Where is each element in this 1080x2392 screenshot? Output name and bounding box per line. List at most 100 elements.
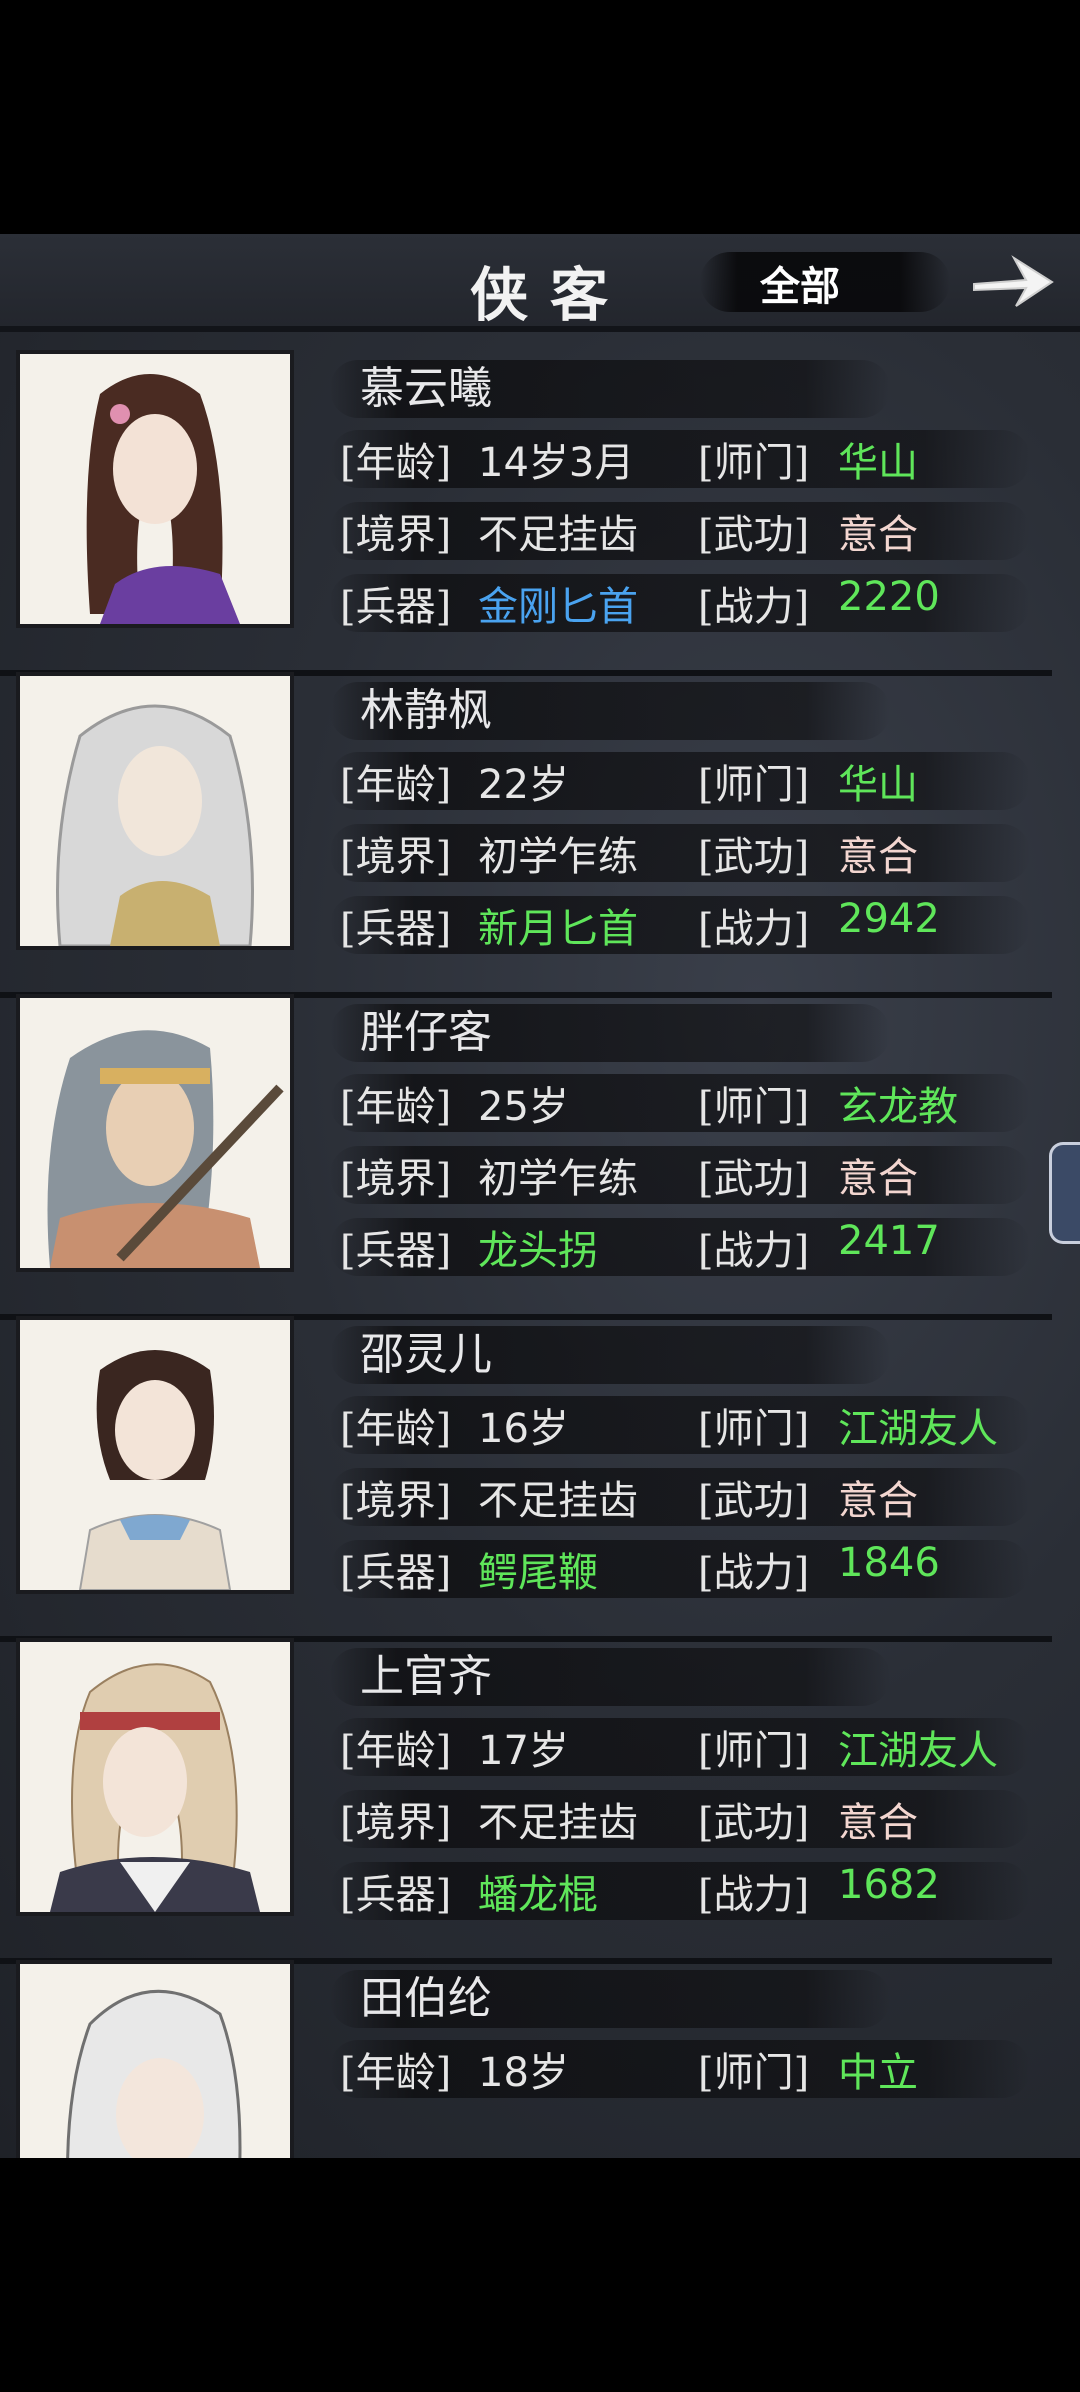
avatar [20,998,290,1268]
power-value: 2942 [838,896,940,942]
info-row: [兵器] 新月匕首 [战力] 2942 [340,896,1040,956]
martial-label: [武功] [698,834,810,880]
info-row: [年龄] 17岁 [师门] 江湖友人 [340,1718,1040,1778]
avatar [20,676,290,946]
realm-value: 不足挂齿 [478,1478,638,1524]
weapon-value: 蟠龙棍 [478,1872,598,1918]
power-value: 2220 [838,574,940,620]
school-label: [师门] [698,1406,810,1452]
school-value: 华山 [838,440,918,486]
info-row: [境界] 初学乍练 [武功] 意合 [340,1146,1040,1206]
martial-value: 意合 [838,1800,918,1846]
info-row: [兵器] 金刚匕首 [战力] 2220 [340,574,1040,634]
school-value: 玄龙教 [838,1084,958,1130]
list-item[interactable]: 邵灵儿 [年龄] 16岁 [师门] 江湖友人 [境界] 不足挂齿 [武功] 意合… [0,1320,1052,1642]
martial-label: [武功] [698,1800,810,1846]
arrow-right-icon [973,255,1054,307]
info-row: [年龄] 14岁3月 [师门] 华山 [340,430,1040,490]
info-row: [兵器] 龙头拐 [战力] 2417 [340,1218,1040,1278]
school-label: [师门] [698,1728,810,1774]
realm-value: 初学乍练 [478,1156,638,1202]
martial-value: 意合 [838,512,918,558]
realm-label: [境界] [340,1478,452,1524]
power-value: 1682 [838,1862,940,1908]
age-value: 25岁 [478,1084,569,1130]
weapon-label: [兵器] [340,584,452,630]
power-label: [战力] [698,1550,810,1596]
power-label: [战力] [698,1228,810,1274]
avatar [20,1320,290,1590]
realm-value: 初学乍练 [478,834,638,880]
realm-value: 不足挂齿 [478,1800,638,1846]
list-item[interactable]: 上官齐 [年龄] 17岁 [师门] 江湖友人 [境界] 不足挂齿 [武功] 意合… [0,1642,1052,1964]
power-label: [战力] [698,906,810,952]
age-label: [年龄] [340,1406,452,1452]
realm-label: [境界] [340,1156,452,1202]
filter-dropdown[interactable]: 全部 [760,254,840,312]
power-value: 2417 [838,1218,940,1264]
info-row: [境界] 初学乍练 [武功] 意合 [340,824,1040,884]
list-item[interactable]: 慕云曦 [年龄] 14岁3月 [师门] 华山 [境界] 不足挂齿 [武功] 意合… [0,354,1052,676]
power-label: [战力] [698,1872,810,1918]
character-name: 胖仔客 [360,1007,492,1058]
info-row: [境界] 不足挂齿 [武功] 意合 [340,502,1040,562]
age-label: [年龄] [340,440,452,486]
info-row: [年龄] 22岁 [师门] 华山 [340,752,1040,812]
age-label: [年龄] [340,1084,452,1130]
list-item[interactable]: 胖仔客 [年龄] 25岁 [师门] 玄龙教 [境界] 初学乍练 [武功] 意合 … [0,998,1052,1320]
info-row: [境界] 不足挂齿 [武功] 意合 [340,1468,1040,1528]
age-label: [年龄] [340,762,452,808]
header-bar: 侠客 全部 [0,234,1080,332]
weapon-label: [兵器] [340,906,452,952]
info-row: [境界] 不足挂齿 [武功] 意合 [340,1790,1040,1850]
character-name: 邵灵儿 [360,1329,492,1380]
realm-label: [境界] [340,834,452,880]
weapon-value: 新月匕首 [478,906,638,952]
martial-value: 意合 [838,834,918,880]
school-value: 华山 [838,762,918,808]
martial-value: 意合 [838,1156,918,1202]
character-list[interactable]: 慕云曦 [年龄] 14岁3月 [师门] 华山 [境界] 不足挂齿 [武功] 意合… [0,354,1080,2158]
weapon-value: 金刚匕首 [478,584,638,630]
page-title: 侠客 [470,261,631,329]
realm-label: [境界] [340,1800,452,1846]
power-label: [战力] [698,584,810,630]
info-row: [兵器] 鳄尾鞭 [战力] 1846 [340,1540,1040,1600]
age-value: 16岁 [478,1406,569,1452]
school-label: [师门] [698,2050,810,2096]
weapon-label: [兵器] [340,1550,452,1596]
age-value: 17岁 [478,1728,569,1774]
avatar [20,354,290,624]
next-arrow-button[interactable] [968,246,1058,316]
age-label: [年龄] [340,2050,452,2096]
school-label: [师门] [698,1084,810,1130]
martial-value: 意合 [838,1478,918,1524]
martial-label: [武功] [698,1478,810,1524]
school-value: 中立 [838,2050,918,2096]
age-value: 14岁3月 [478,440,635,486]
avatar [20,1964,290,2158]
weapon-label: [兵器] [340,1872,452,1918]
weapon-label: [兵器] [340,1228,452,1274]
side-drawer-tab[interactable] [1049,1142,1080,1244]
martial-label: [武功] [698,1156,810,1202]
info-row: [年龄] 18岁 [师门] 中立 [340,2040,1040,2100]
character-name: 林静枫 [360,685,492,736]
avatar [20,1642,290,1912]
list-item[interactable]: 林静枫 [年龄] 22岁 [师门] 华山 [境界] 初学乍练 [武功] 意合 [… [0,676,1052,998]
character-name: 田伯纶 [360,1973,492,2024]
info-row: [兵器] 蟠龙棍 [战力] 1682 [340,1862,1040,1922]
info-row: [年龄] 16岁 [师门] 江湖友人 [340,1396,1040,1456]
age-label: [年龄] [340,1728,452,1774]
martial-label: [武功] [698,512,810,558]
info-row: [年龄] 25岁 [师门] 玄龙教 [340,1074,1040,1134]
school-value: 江湖友人 [838,1406,998,1452]
character-name: 上官齐 [360,1651,492,1702]
character-name: 慕云曦 [360,363,492,414]
list-item[interactable]: 田伯纶 [年龄] 18岁 [师门] 中立 [0,1964,1052,2158]
age-value: 22岁 [478,762,569,808]
realm-value: 不足挂齿 [478,512,638,558]
age-value: 18岁 [478,2050,569,2096]
power-value: 1846 [838,1540,940,1586]
weapon-value: 龙头拐 [478,1228,598,1274]
